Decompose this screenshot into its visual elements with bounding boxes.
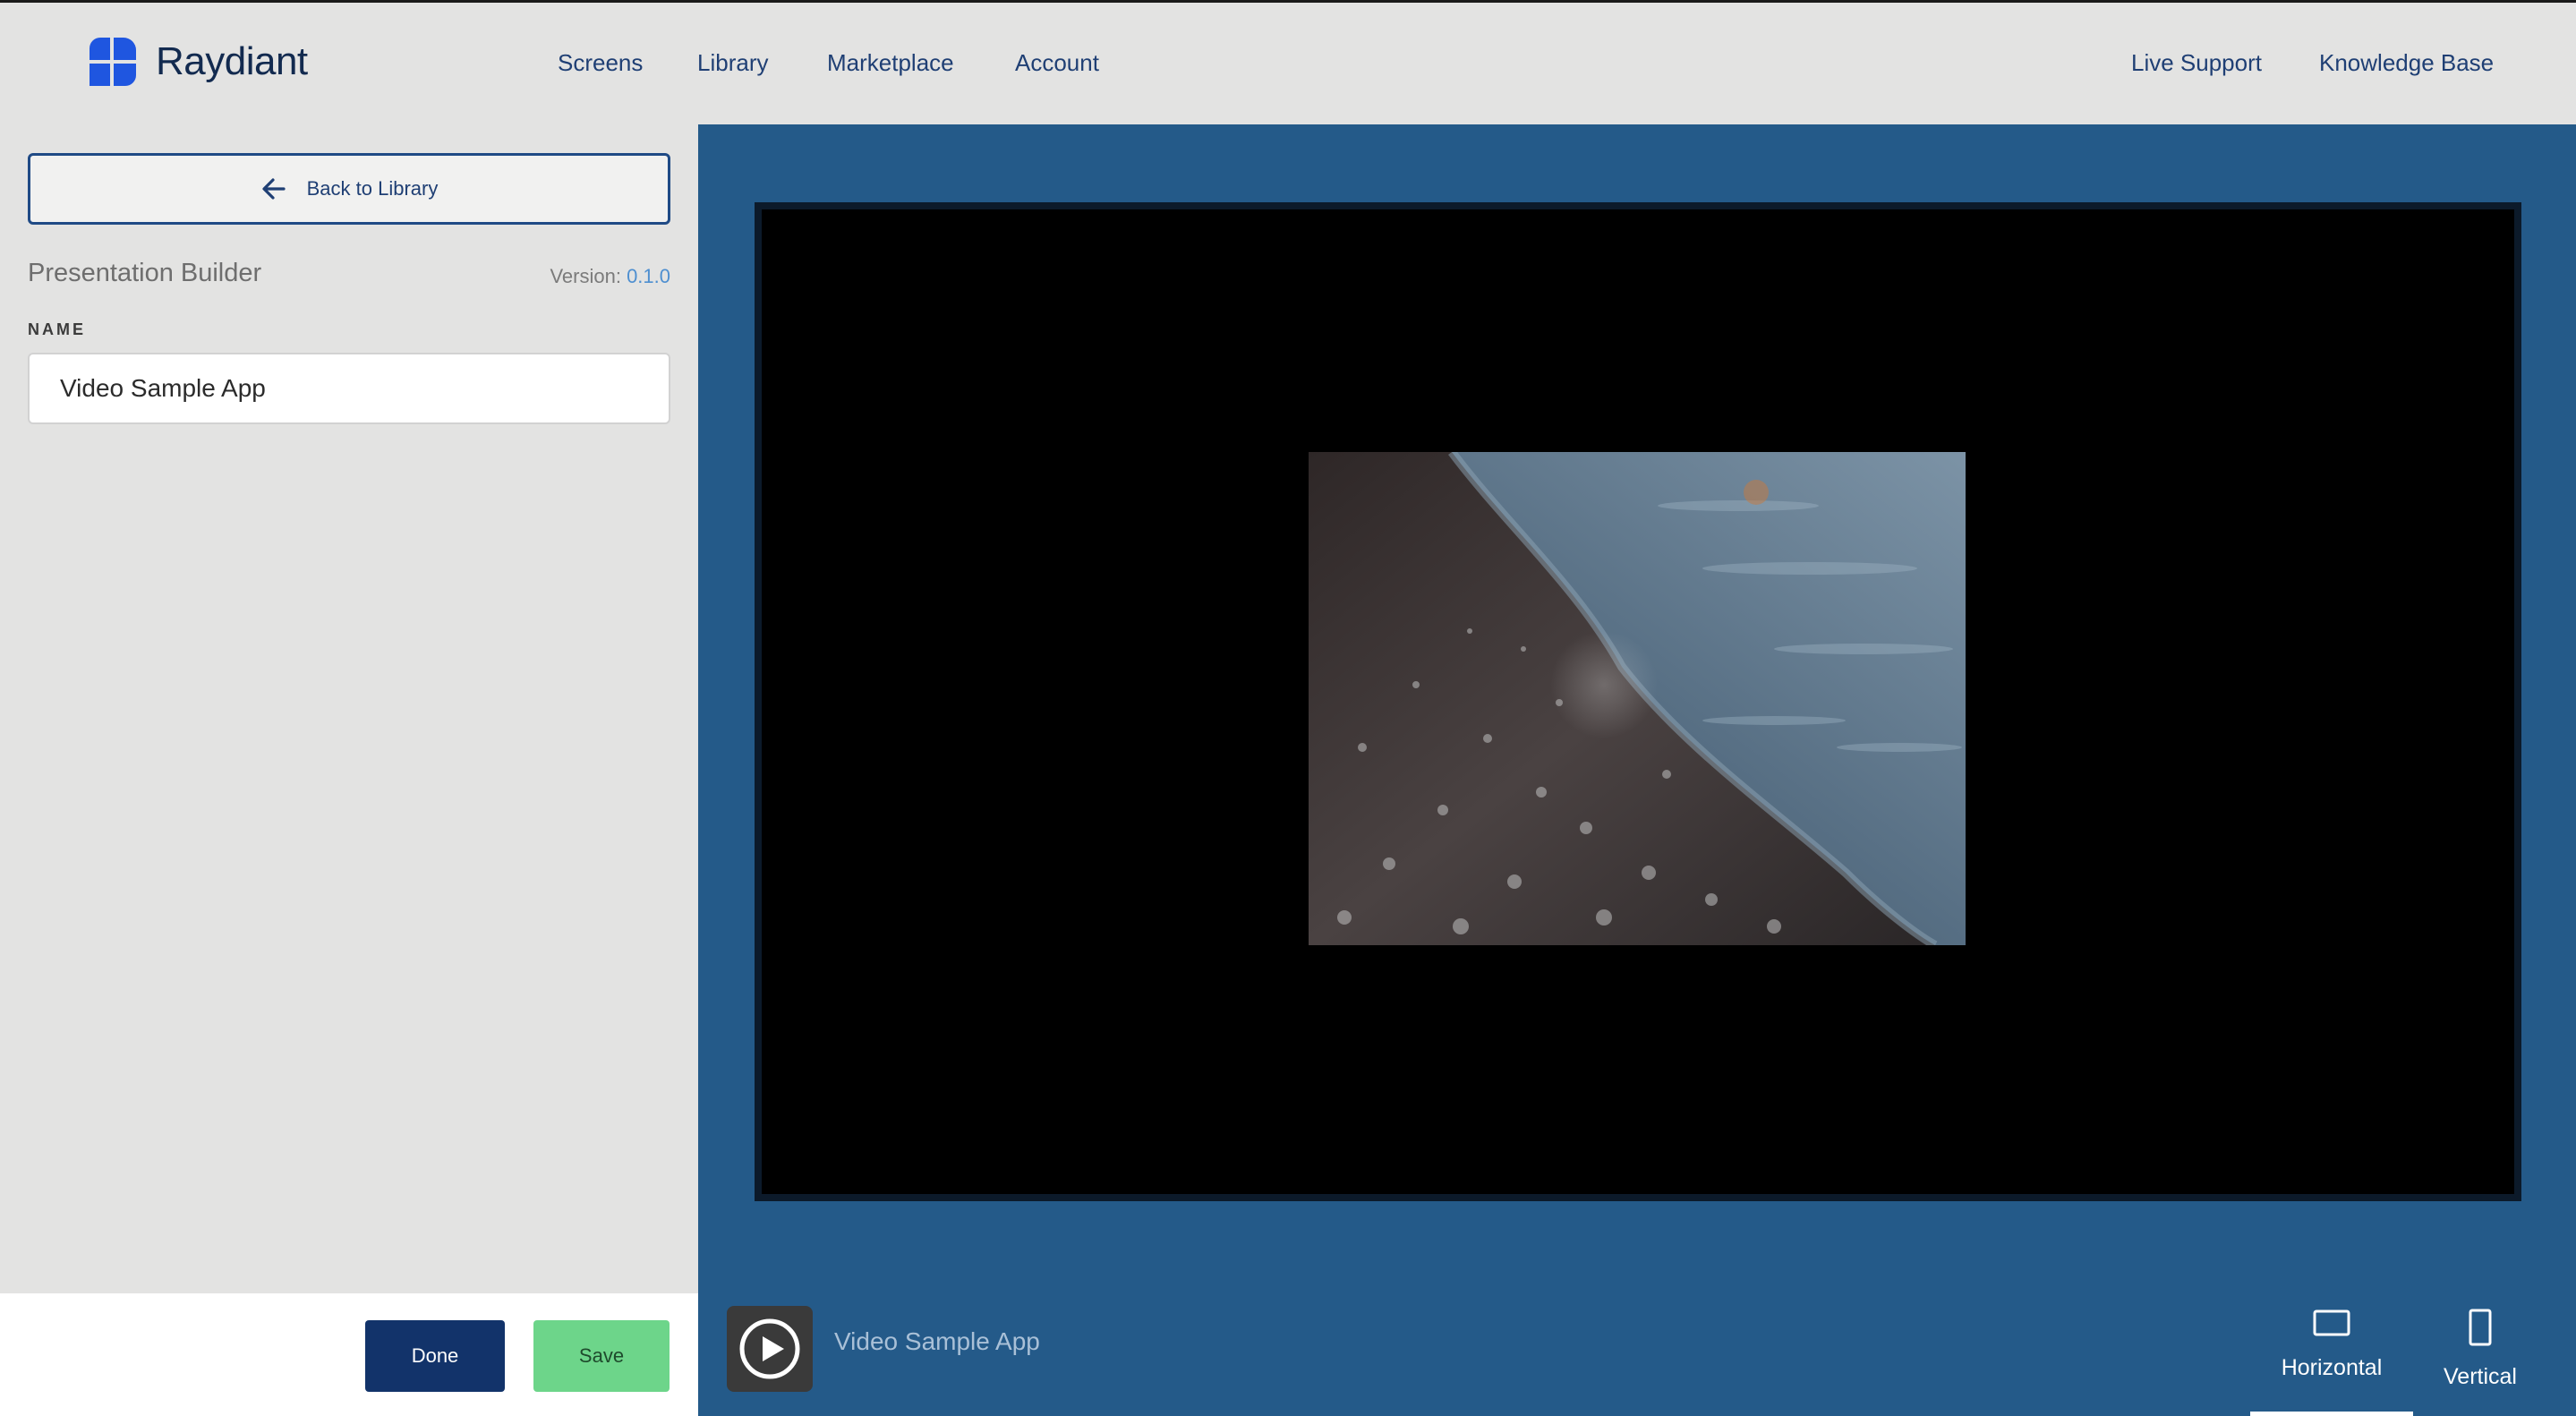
builder-sidebar: Back to Library Presentation Builder Ver… (0, 124, 698, 1293)
nav-account[interactable]: Account (1015, 49, 1099, 77)
back-to-library-label: Back to Library (306, 177, 439, 200)
beach-pebbles-image (1309, 452, 1966, 945)
version-number: 0.1.0 (627, 265, 670, 287)
presentation-name-input[interactable] (28, 353, 670, 424)
back-to-library-button[interactable]: Back to Library (28, 153, 670, 225)
sidebar-footer: Done Save (0, 1293, 698, 1416)
nav-library[interactable]: Library (697, 49, 768, 77)
vertical-label: Vertical (2444, 1364, 2517, 1389)
app-thumbnail (727, 1306, 813, 1392)
video-preview-image (1309, 452, 1966, 945)
preview-app-name: Video Sample App (834, 1327, 1040, 1355)
done-button[interactable]: Done (365, 1320, 505, 1392)
nav-knowledge-base[interactable]: Knowledge Base (2319, 49, 2494, 77)
version-info: Version: 0.1.0 (550, 265, 670, 288)
brand-logo[interactable]: Raydiant (86, 36, 308, 88)
nav-marketplace[interactable]: Marketplace (827, 49, 954, 77)
horizontal-screen-icon (2313, 1309, 2350, 1336)
play-circle-icon (739, 1318, 800, 1379)
selected-tab-indicator (2250, 1412, 2413, 1416)
presentation-builder-title: Presentation Builder (28, 259, 262, 287)
name-field-label: NAME (28, 320, 86, 338)
arrow-left-icon (262, 178, 286, 200)
brand-name: Raydiant (156, 39, 308, 83)
orientation-horizontal-tab[interactable]: Horizontal (2250, 1309, 2413, 1416)
version-prefix: Version: (550, 265, 621, 287)
raydiant-logo-icon (90, 38, 136, 86)
vertical-screen-icon (2469, 1309, 2492, 1346)
top-navbar: Raydiant Screens Library Marketplace Acc… (0, 3, 2576, 124)
orientation-vertical-tab[interactable]: Vertical (2413, 1309, 2547, 1416)
save-button[interactable]: Save (533, 1320, 670, 1392)
horizontal-label: Horizontal (2281, 1355, 2383, 1380)
nav-screens[interactable]: Screens (558, 49, 643, 77)
nav-live-support[interactable]: Live Support (2131, 49, 2262, 77)
